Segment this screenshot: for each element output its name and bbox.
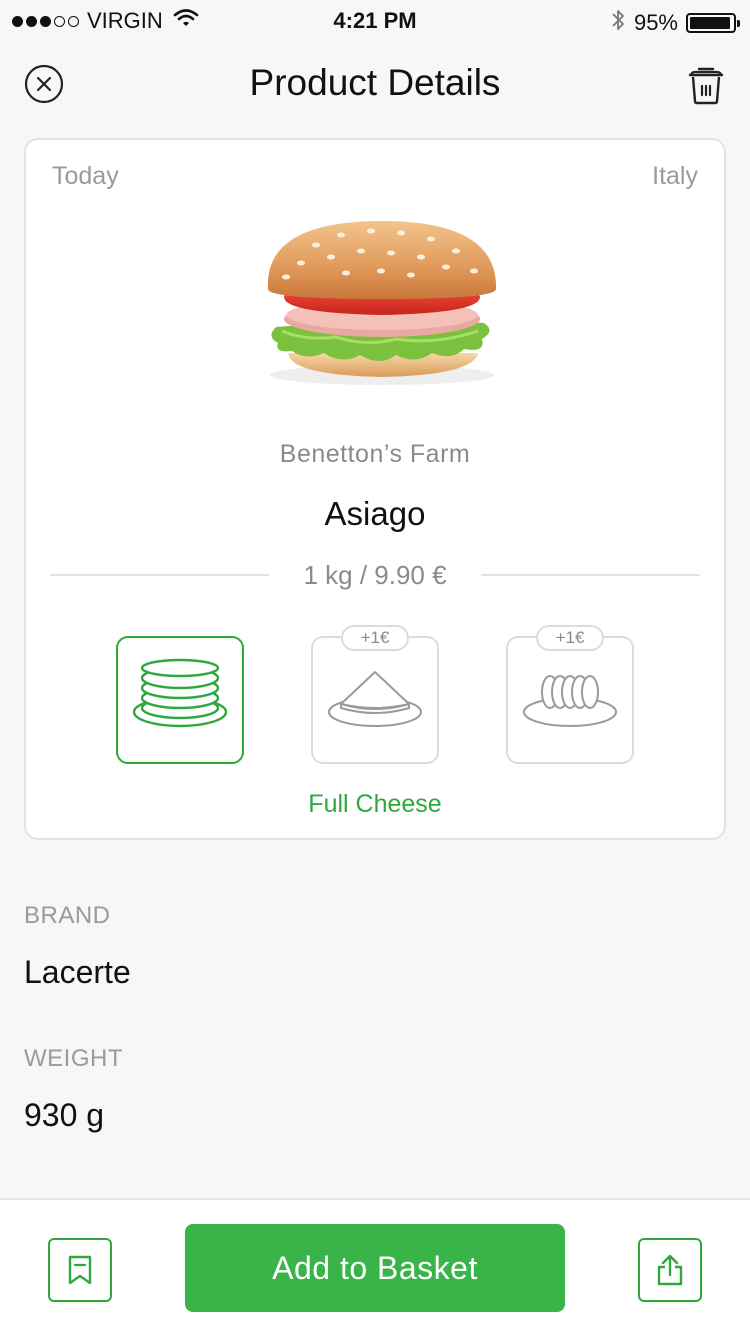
stacked-slices-icon (132, 658, 228, 728)
price-badge: +1€ (341, 625, 409, 651)
bookmark-icon (68, 1255, 92, 1285)
delete-button[interactable] (686, 64, 726, 106)
share-icon (657, 1254, 683, 1286)
product-name: Asiago (324, 495, 426, 532)
status-bar: VIRGIN 4:21 PM 95% (0, 0, 750, 40)
trash-icon (688, 67, 724, 105)
bluetooth-icon (610, 8, 626, 38)
navigation-bar: Product Details (0, 50, 750, 120)
farm-name: Benetton’s Farm (279, 440, 471, 468)
option-sliced-rounds[interactable]: +1€ (506, 625, 634, 764)
divider (50, 574, 270, 576)
share-button[interactable] (638, 1238, 702, 1302)
price-badge: +1€ (536, 625, 604, 651)
cheese-wedge-icon (328, 671, 422, 727)
product-price: 1 kg / 9.90 € (303, 559, 447, 590)
battery-fill (690, 17, 730, 29)
option-stacked-slices[interactable] (116, 636, 244, 764)
add-to-basket-button[interactable]: Add to Basket (185, 1224, 565, 1312)
card-origin: Italy (652, 162, 698, 190)
burger-image (246, 215, 516, 390)
brand-value: Lacerte (24, 954, 131, 990)
cut-options: +1€ +1€ (116, 625, 636, 766)
selected-option-label: Full Cheese (308, 790, 442, 818)
divider (480, 574, 701, 576)
battery-icon (686, 13, 740, 33)
price-row: 1 kg / 9.90 € (50, 558, 701, 592)
bookmark-button[interactable] (48, 1238, 112, 1302)
option-cheese-wedge[interactable]: +1€ (311, 625, 439, 764)
weight-label: WEIGHT (24, 1045, 123, 1072)
brand-label: BRAND (24, 902, 111, 929)
battery-percent: 95% (633, 10, 678, 35)
product-card: Today Italy Benetton’s Farm Asiago 1 kg … (24, 138, 726, 840)
bottom-action-bar: Add to Basket (0, 1198, 750, 1334)
weight-value: 930 g (24, 1097, 105, 1133)
page-title: Product Details (249, 62, 501, 103)
card-date: Today (52, 162, 119, 190)
sliced-rounds-icon (523, 675, 617, 727)
status-right: 95% (610, 8, 740, 38)
